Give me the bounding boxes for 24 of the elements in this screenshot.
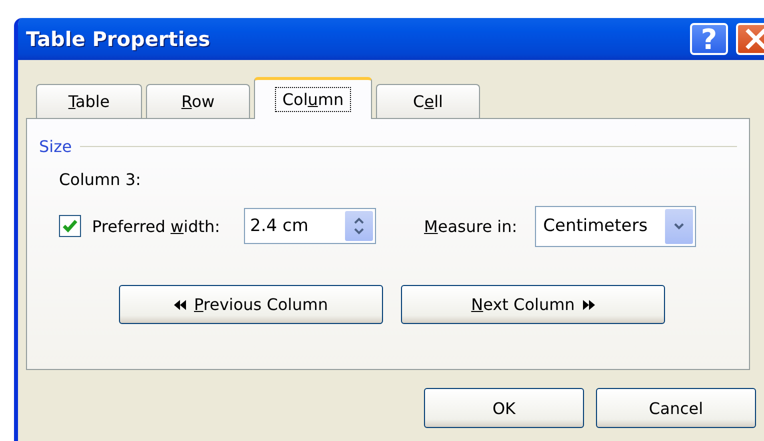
- spinner-arrows-icon: [353, 215, 366, 237]
- window-title: Table Properties: [26, 27, 212, 51]
- field-label: Preferred width:: [92, 216, 220, 236]
- tab[interactable]: Cell: [376, 84, 480, 118]
- ok-button[interactable]: OK: [424, 388, 584, 428]
- column-label: Column 3:: [59, 170, 142, 189]
- checkbox[interactable]: [59, 215, 81, 237]
- group-title: Size: [39, 137, 72, 156]
- unit-dropdown[interactable]: Centimeters: [535, 206, 696, 246]
- close-icon: [744, 27, 764, 51]
- cancel-button[interactable]: Cancel: [596, 388, 756, 428]
- tab[interactable]: Table: [36, 84, 142, 118]
- previous-column-button[interactable]: Previous Column: [119, 285, 383, 324]
- close-button[interactable]: [736, 23, 764, 55]
- field-label: Measure in:: [424, 216, 518, 236]
- width-spin-field[interactable]: 2.4 cm: [244, 208, 376, 244]
- chevron-down-icon: [673, 221, 686, 231]
- double-right-arrow-icon: [582, 300, 595, 310]
- tab[interactable]: Row: [146, 84, 250, 118]
- double-left-arrow-icon: [174, 300, 186, 310]
- help-button[interactable]: ?: [690, 23, 728, 55]
- tab[interactable]: Column: [254, 77, 372, 119]
- checkmark-icon: [62, 219, 78, 233]
- next-column-button[interactable]: Next Column: [401, 285, 665, 324]
